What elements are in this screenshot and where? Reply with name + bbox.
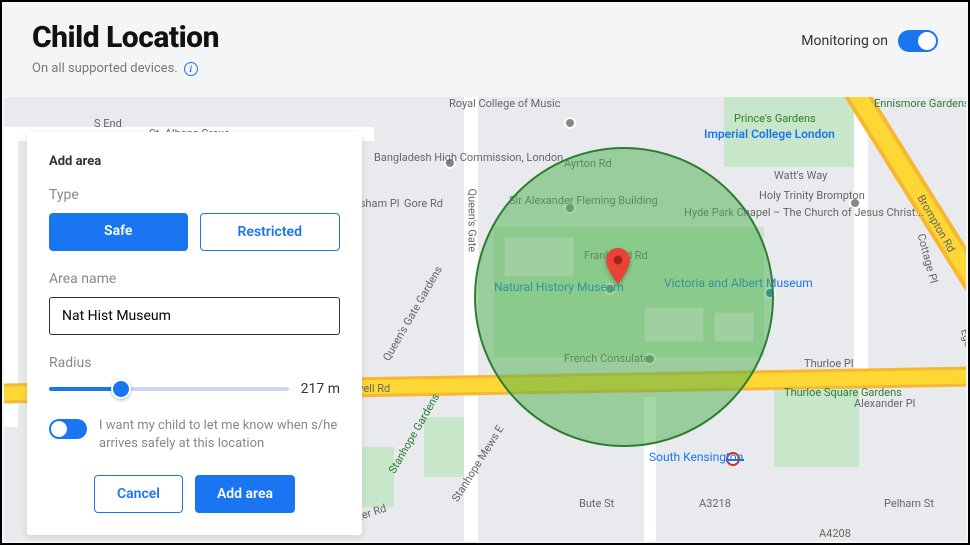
notify-label: I want my child to let me know when s/he… <box>99 417 340 453</box>
panel-actions: Cancel Add area <box>49 475 340 513</box>
geofence-circle <box>474 147 774 447</box>
monitoring-label: Monitoring on <box>801 33 888 49</box>
header: Child Location On all supported devices.… <box>2 2 968 86</box>
subtitle: On all supported devices. i <box>32 61 219 76</box>
location-pin-icon[interactable] <box>606 248 630 272</box>
monitoring-toggle[interactable] <box>898 30 938 52</box>
type-restricted-button[interactable]: Restricted <box>200 213 341 251</box>
radius-slider-thumb[interactable] <box>111 379 131 399</box>
page-title: Child Location <box>32 20 219 55</box>
notify-row: I want my child to let me know when s/he… <box>49 417 340 453</box>
add-area-button[interactable]: Add area <box>195 475 295 513</box>
area-name-input[interactable] <box>49 297 340 335</box>
type-label: Type <box>49 187 340 203</box>
type-safe-button[interactable]: Safe <box>49 213 188 251</box>
info-icon[interactable]: i <box>184 62 198 76</box>
radius-label: Radius <box>49 355 340 371</box>
area-name-label: Area name <box>49 271 340 287</box>
panel-title: Add area <box>49 154 340 169</box>
title-section: Child Location On all supported devices.… <box>32 20 219 76</box>
radius-slider[interactable] <box>49 387 289 391</box>
type-toggle: Safe Restricted <box>49 213 340 251</box>
monitoring-control: Monitoring on <box>801 20 938 52</box>
radius-value: 217 m <box>301 381 340 397</box>
radius-row: 217 m <box>49 381 340 397</box>
cancel-button[interactable]: Cancel <box>94 475 183 513</box>
add-area-panel: Add area Type Safe Restricted Area name … <box>27 132 362 535</box>
notify-toggle[interactable] <box>49 419 87 439</box>
